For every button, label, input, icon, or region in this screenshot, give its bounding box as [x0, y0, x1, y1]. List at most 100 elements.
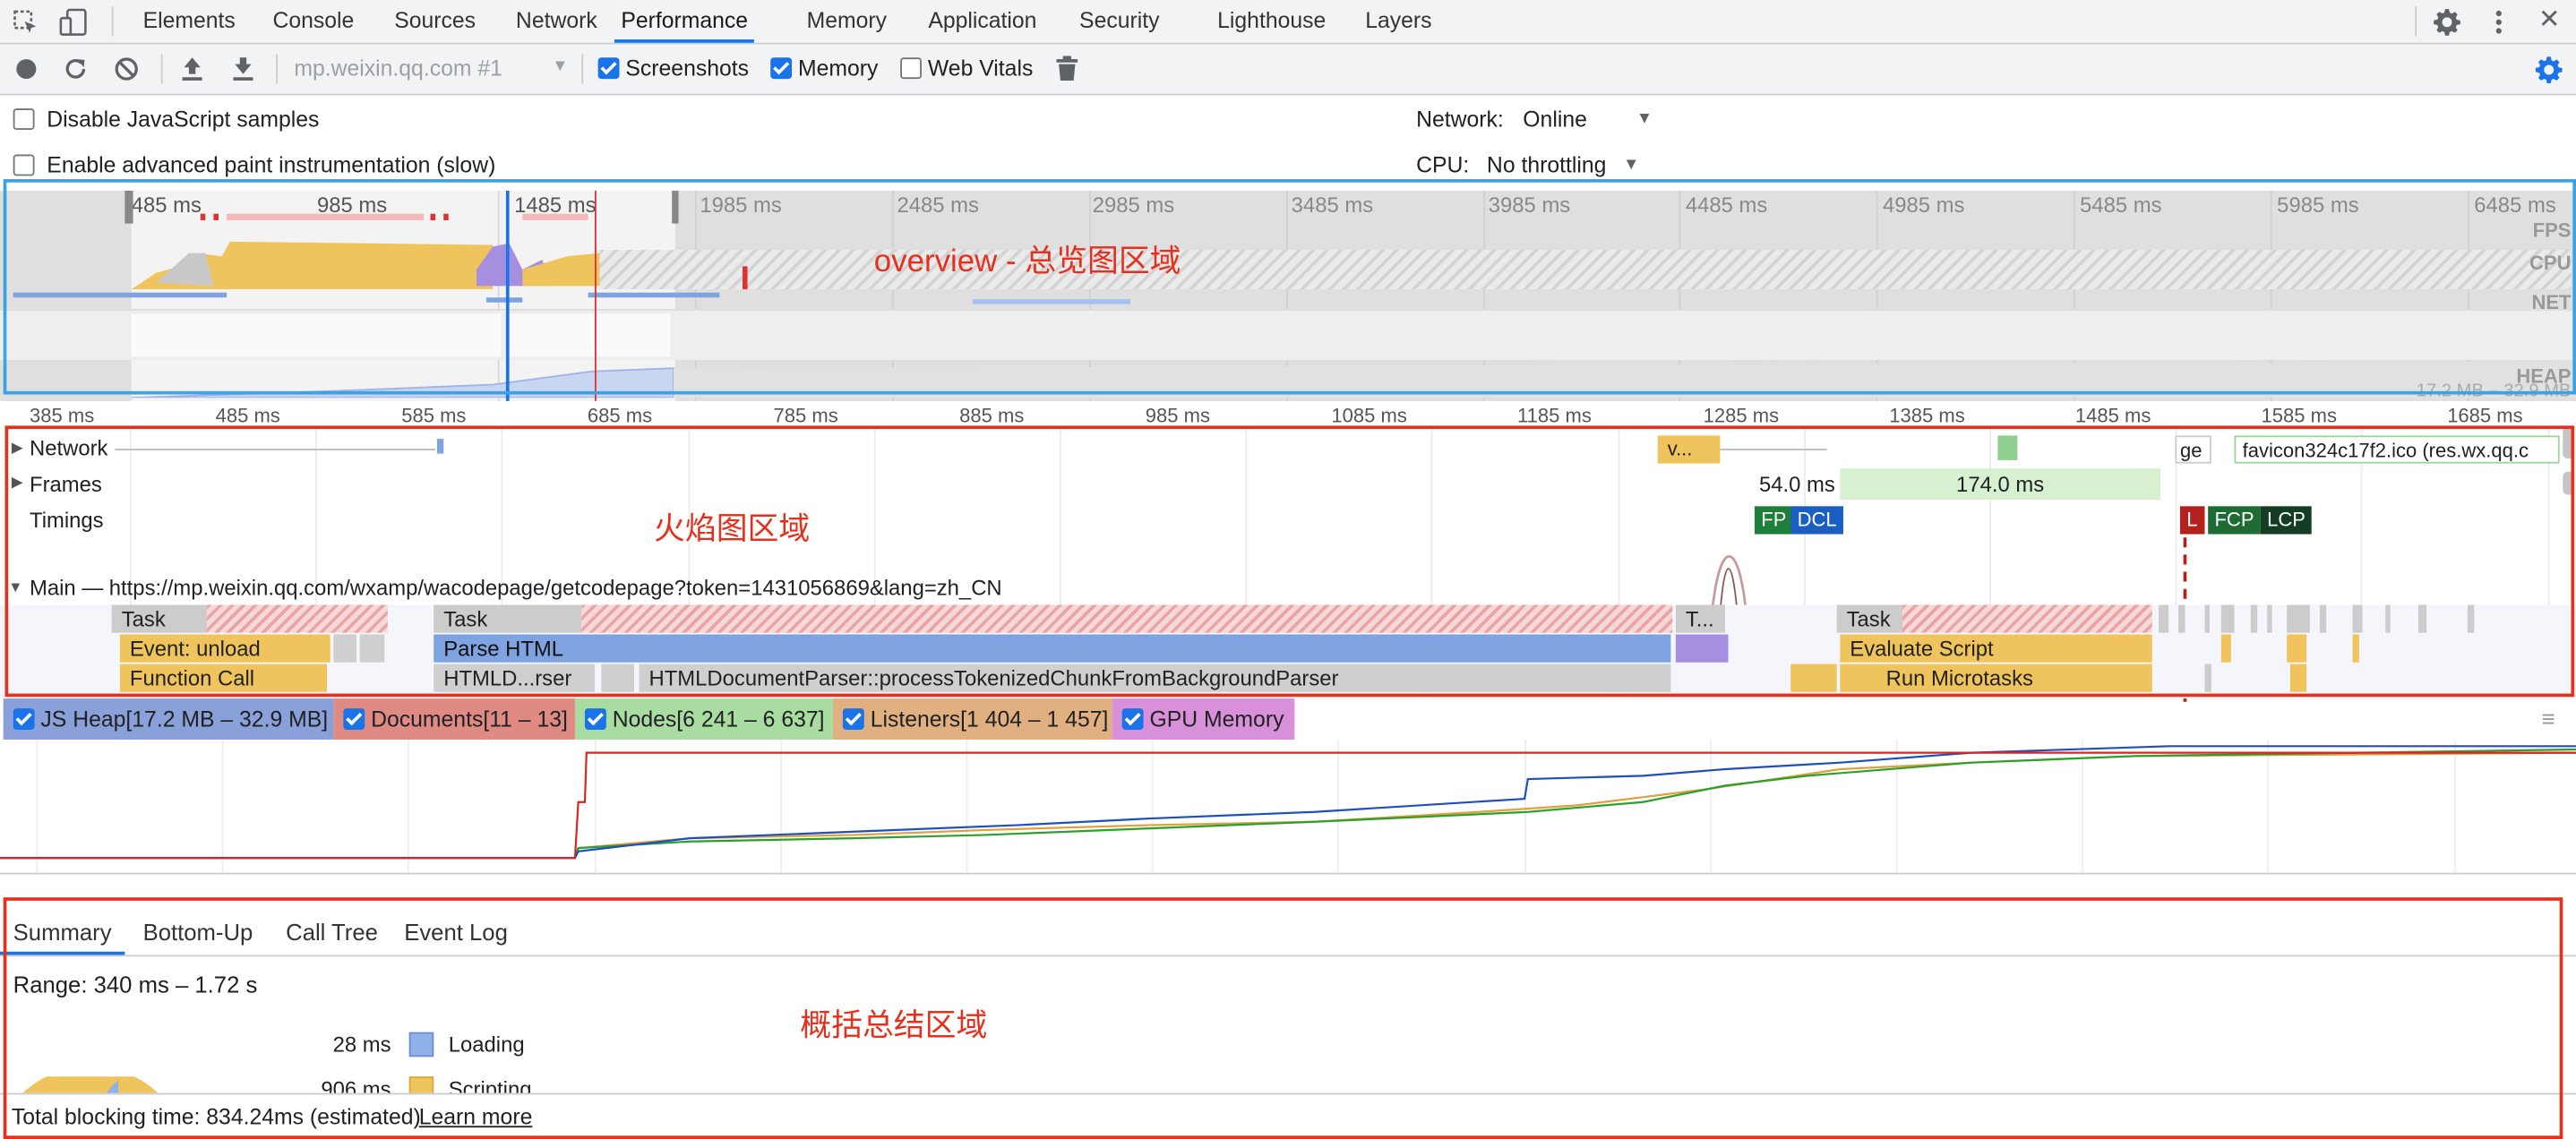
- memory-checkbox[interactable]: [770, 57, 793, 80]
- tab-call-tree[interactable]: Call Tree: [286, 919, 378, 945]
- network-throttle-select[interactable]: Online: [1523, 107, 1587, 132]
- task-bar[interactable]: Task: [1836, 604, 1902, 633]
- drag-handle-icon[interactable]: ≡: [2541, 705, 2555, 731]
- collapse-main-icon[interactable]: ▼: [8, 578, 22, 595]
- tab-event-log[interactable]: Event Log: [404, 919, 508, 945]
- device-toolbar-icon[interactable]: [59, 8, 89, 39]
- network-request[interactable]: [436, 439, 444, 454]
- close-icon[interactable]: ✕: [2538, 7, 2561, 33]
- task-bar[interactable]: [601, 664, 634, 692]
- task-bar[interactable]: T...: [1675, 604, 1725, 633]
- main-thread-label[interactable]: Main — https://mp.weixin.qq.com/wxamp/wa…: [30, 575, 1002, 600]
- timeline-overview[interactable]: 485 ms 985 ms 1485 ms 1985 ms 2485 ms 2985 ms…: [0, 190, 2576, 401]
- tab-performance[interactable]: Performance: [614, 0, 755, 43]
- documents-checkbox[interactable]: [343, 708, 365, 730]
- selection-handle-right[interactable]: [672, 190, 679, 224]
- tab-console[interactable]: Console: [272, 0, 354, 43]
- advanced-paint-checkbox[interactable]: [13, 154, 35, 176]
- cpu-throttle-select[interactable]: No throttling: [1487, 153, 1607, 178]
- cpu-label: CPU: [2529, 251, 2572, 275]
- task-bar[interactable]: [333, 634, 357, 663]
- memory-toggle[interactable]: Memory: [770, 56, 878, 81]
- capture-settings-gear-icon[interactable]: [2535, 56, 2563, 87]
- more-options-icon[interactable]: [2489, 8, 2509, 39]
- listeners-counter[interactable]: Listeners[1 404 – 1 457]: [832, 698, 1112, 740]
- tab-application[interactable]: Application: [928, 0, 1036, 43]
- upload-icon[interactable]: [181, 56, 204, 85]
- tab-network[interactable]: Network: [516, 0, 597, 43]
- event-unload-bar[interactable]: Event: unload: [119, 634, 331, 663]
- chevron-down-icon[interactable]: ▼: [1636, 110, 1653, 128]
- listeners-checkbox[interactable]: [842, 708, 864, 730]
- task-bar[interactable]: Task: [434, 604, 582, 633]
- nodes-counter[interactable]: Nodes[6 241 – 6 637]: [574, 698, 833, 740]
- long-task-overlay[interactable]: [207, 604, 388, 633]
- script-bar[interactable]: [1790, 664, 1837, 692]
- tab-lighthouse[interactable]: Lighthouse: [1217, 0, 1326, 43]
- flame-scrollbar[interactable]: [2563, 425, 2575, 459]
- tab-layers[interactable]: Layers: [1365, 0, 1431, 43]
- record-icon[interactable]: [15, 57, 39, 83]
- advanced-paint-label: Enable advanced paint instrumentation (s…: [47, 152, 496, 178]
- tokenized-chunk-bar[interactable]: HTMLDocumentParser::processTokenizedChun…: [639, 664, 1671, 692]
- tab-security[interactable]: Security: [1079, 0, 1159, 43]
- time-ruler: 385 ms 485 ms 585 ms 685 ms 785 ms 885 ms 985 …: [0, 402, 2576, 427]
- network-request[interactable]: ge: [2175, 435, 2211, 464]
- performance-toolbar: mp.weixin.qq.com #1 ▼ Screenshots Memory…: [0, 44, 2576, 96]
- screenshots-toggle[interactable]: Screenshots: [597, 56, 749, 81]
- advanced-paint-toggle[interactable]: Enable advanced paint instrumentation (s…: [13, 152, 496, 178]
- run-microtasks-bar[interactable]: Run Microtasks: [1840, 664, 2152, 692]
- selection-handle-left[interactable]: [125, 190, 133, 224]
- gpu-memory-checkbox[interactable]: [1121, 708, 1144, 730]
- task-bar[interactable]: [359, 634, 385, 663]
- profile-select[interactable]: mp.weixin.qq.com #1: [294, 56, 502, 81]
- tab-bottom-up[interactable]: Bottom-Up: [143, 919, 253, 945]
- tab-elements[interactable]: Elements: [143, 0, 236, 43]
- layout-bar[interactable]: [1675, 634, 1729, 663]
- clear-icon[interactable]: [114, 56, 140, 85]
- reload-record-icon[interactable]: [63, 56, 89, 85]
- gpu-memory-counter[interactable]: GPU Memory: [1112, 698, 1295, 740]
- lcp-marker[interactable]: LCP: [2260, 506, 2313, 535]
- documents-counter[interactable]: Documents[11 – 13]: [333, 698, 575, 740]
- frames-track-label[interactable]: Frames: [30, 472, 102, 497]
- frame-duration[interactable]: 54.0 ms: [1720, 472, 1835, 500]
- expand-network-icon[interactable]: ▶: [12, 439, 23, 457]
- web-vitals-toggle[interactable]: Web Vitals: [900, 56, 1033, 81]
- details-pane: Summary Bottom-Up Call Tree Event Log Ra…: [0, 895, 2576, 1139]
- js-heap-counter[interactable]: JS Heap[17.2 MB – 32.9 MB]: [3, 698, 334, 740]
- network-request[interactable]: v...: [1657, 435, 1721, 464]
- nodes-checkbox[interactable]: [584, 708, 606, 730]
- disable-js-samples-toggle[interactable]: Disable JavaScript samples: [13, 107, 320, 132]
- flame-scrollbar[interactable]: [2563, 471, 2575, 495]
- trash-icon[interactable]: [1056, 56, 1078, 85]
- task-bar[interactable]: Task: [111, 604, 208, 633]
- screenshots-checkbox[interactable]: [597, 57, 620, 80]
- network-request[interactable]: [1997, 435, 2018, 460]
- web-vitals-checkbox[interactable]: [900, 57, 922, 80]
- tab-summary[interactable]: Summary: [13, 919, 112, 945]
- network-track-label[interactable]: Network: [30, 435, 107, 460]
- chevron-down-icon[interactable]: ▼: [1623, 156, 1639, 174]
- inspect-element-icon[interactable]: [13, 10, 39, 39]
- parse-html-bar[interactable]: Parse HTML: [434, 634, 1671, 663]
- load-marker[interactable]: L: [2179, 506, 2204, 535]
- js-heap-checkbox[interactable]: [13, 708, 35, 730]
- tab-sources[interactable]: Sources: [394, 0, 476, 43]
- long-task-overlay[interactable]: [1902, 604, 2152, 633]
- expand-frames-icon[interactable]: ▶: [12, 474, 23, 492]
- tab-memory[interactable]: Memory: [807, 0, 887, 43]
- chevron-down-icon[interactable]: ▼: [552, 57, 568, 75]
- long-task-overlay[interactable]: [581, 604, 1673, 633]
- favicon-request[interactable]: favicon324c17f2.ico (res.wx.qq.c: [2234, 435, 2560, 464]
- evaluate-script-bar[interactable]: Evaluate Script: [1840, 634, 2152, 663]
- fcp-marker[interactable]: FCP: [2208, 506, 2261, 535]
- flame-chart[interactable]: ▶ Network v... ge favicon324c17f2.ico (r…: [0, 425, 2576, 702]
- html-parser-bar[interactable]: HTMLD...rser: [434, 664, 595, 692]
- learn-more-link[interactable]: Learn more: [419, 1104, 533, 1129]
- function-call-bar[interactable]: Function Call: [119, 664, 328, 692]
- gear-icon[interactable]: [2433, 8, 2460, 39]
- disable-js-samples-checkbox[interactable]: [13, 108, 35, 131]
- frame-duration[interactable]: 174.0 ms: [1840, 468, 2160, 500]
- download-icon[interactable]: [232, 56, 255, 85]
